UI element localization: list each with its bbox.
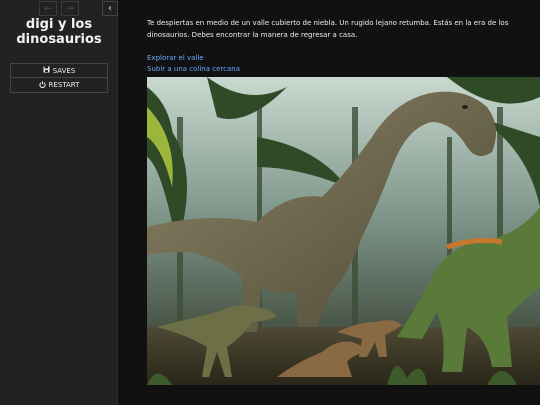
- restart-label: RESTART: [48, 81, 80, 89]
- arrow-right-icon: →: [66, 3, 74, 14]
- story-title-line-1: digi y los: [25, 17, 93, 32]
- history-forward-button[interactable]: →: [61, 1, 79, 16]
- link-subir-colina[interactable]: Subir a una colina cercana: [147, 64, 540, 75]
- save-icon: [43, 66, 50, 75]
- link-explorar-valle[interactable]: Explorar el valle: [147, 53, 540, 64]
- dinosaur-scene-image: [147, 77, 540, 385]
- sidebar-toggle-button[interactable]: ‹: [102, 1, 118, 16]
- story-menu: SAVES RESTART: [10, 63, 108, 93]
- chevron-left-icon: ‹: [108, 3, 112, 14]
- power-icon: [38, 80, 46, 90]
- history-back-button[interactable]: ←: [39, 1, 57, 16]
- saves-label: SAVES: [52, 66, 76, 75]
- story-title-line-2: dinosaurios: [16, 32, 102, 47]
- saves-button[interactable]: SAVES: [10, 63, 108, 78]
- passage: Te despiertas en medio de un valle cubie…: [147, 17, 540, 75]
- dinosaur-illustration: [147, 77, 540, 385]
- arrow-left-icon: ←: [44, 3, 52, 14]
- passage-text: Te despiertas en medio de un valle cubie…: [147, 19, 509, 39]
- story-title: digi y los dinosaurios: [0, 17, 118, 47]
- restart-button[interactable]: RESTART: [10, 78, 108, 93]
- ui-bar: ← → ‹ digi y los dinosaurios SAVES RESTA…: [0, 0, 118, 405]
